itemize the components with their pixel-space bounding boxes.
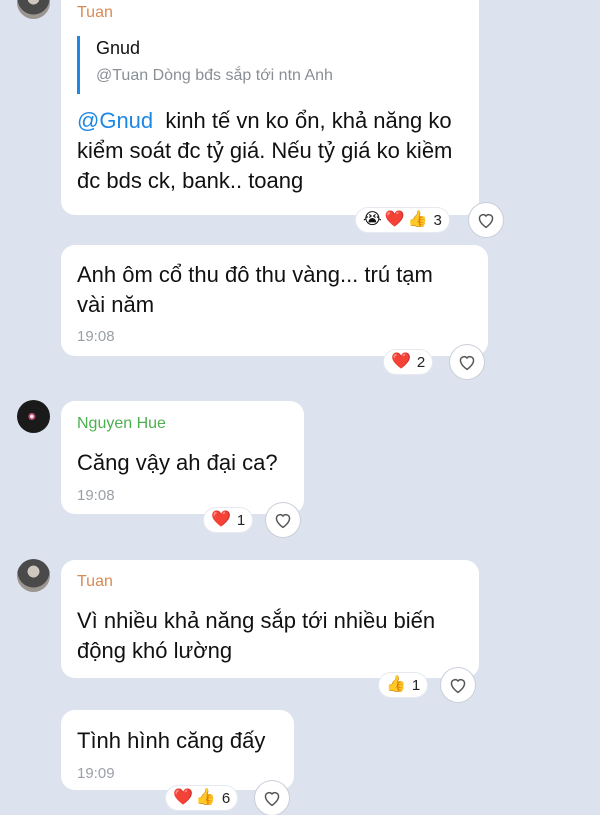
crying-emoji-icon: 😭 [363,211,382,228]
heart-outline-icon [450,678,466,694]
reaction-summary[interactable]: ❤️ 2 [384,350,433,374]
thumbs-up-emoji-icon: 👍 [386,676,406,693]
reply-quote[interactable]: Gnud @Tuan Dòng bđs sắp tới ntn Anh [77,36,457,94]
message-line: Tình hình căng đấy [77,728,266,753]
sender-name[interactable]: Tuan [77,4,113,22]
message-text: @Gnud kinh tế vn ko ổn, khả năng ko kiểm… [77,106,477,196]
avatar[interactable] [17,559,50,592]
message-line: Căng vậy ah đại ca? [77,450,278,475]
react-button[interactable] [266,503,300,537]
quote-text: @Tuan Dòng bđs sắp tới ntn Anh [96,67,333,84]
message-line: đc bds ck, bank.. toang [77,168,304,193]
heart-outline-icon [264,791,280,807]
heart-emoji-icon: ❤️ [173,789,193,806]
message-line: Vì nhiều khả năng sắp tới nhiều biến [77,608,436,633]
reaction-count: 3 [433,211,442,229]
react-button[interactable] [469,203,503,237]
heart-emoji-icon: ❤️ [384,211,405,228]
heart-outline-icon [275,513,291,529]
message-time: 19:08 [77,328,115,345]
sender-name[interactable]: Tuan [77,573,113,591]
message-text: Căng vậy ah đại ca? [77,448,278,478]
reaction-count: 1 [236,511,246,529]
avatar[interactable] [17,0,50,19]
message-line: vài năm [77,292,155,317]
react-button[interactable] [255,781,289,815]
message-line: kiểm soát đc tỷ giá. Nếu tỷ giá ko kiềm [77,138,453,163]
heart-outline-icon [478,213,494,229]
react-button[interactable] [450,345,484,379]
reaction-summary[interactable]: 😭 ❤️ 👍 3 [356,208,449,232]
reaction-count: 1 [411,676,421,694]
mention-link[interactable]: @Gnud [77,108,153,133]
message-text: Tình hình căng đấy [77,726,265,756]
reaction-summary[interactable]: 👍 1 [379,673,428,697]
message-line: động khó lường [77,638,233,663]
thumbs-up-emoji-icon: 👍 [195,789,216,806]
heart-emoji-icon: ❤️ [211,511,231,528]
thumbs-up-emoji-icon: 👍 [407,211,428,228]
reaction-summary[interactable]: ❤️ 👍 6 [166,786,238,810]
message-line: Anh ôm cổ thu đô thu vàng... trú tạm [77,262,433,287]
avatar[interactable] [17,400,50,433]
heart-outline-icon [459,355,475,371]
react-button[interactable] [441,668,475,702]
reaction-count: 2 [416,353,426,371]
message-time: 19:08 [77,487,115,504]
quote-sender: Gnud [96,38,141,58]
reaction-count: 6 [221,789,231,807]
sender-name[interactable]: Nguyen Hue [77,415,166,433]
message-line: kinh tế vn ko ổn, khả năng ko [165,108,452,133]
heart-emoji-icon: ❤️ [391,353,411,370]
message-text: Anh ôm cổ thu đô thu vàng... trú tạm vài… [77,260,482,320]
message-time: 19:09 [77,765,115,782]
message-text: Vì nhiều khả năng sắp tới nhiều biến độn… [77,606,477,666]
reaction-summary[interactable]: ❤️ 1 [204,508,253,532]
